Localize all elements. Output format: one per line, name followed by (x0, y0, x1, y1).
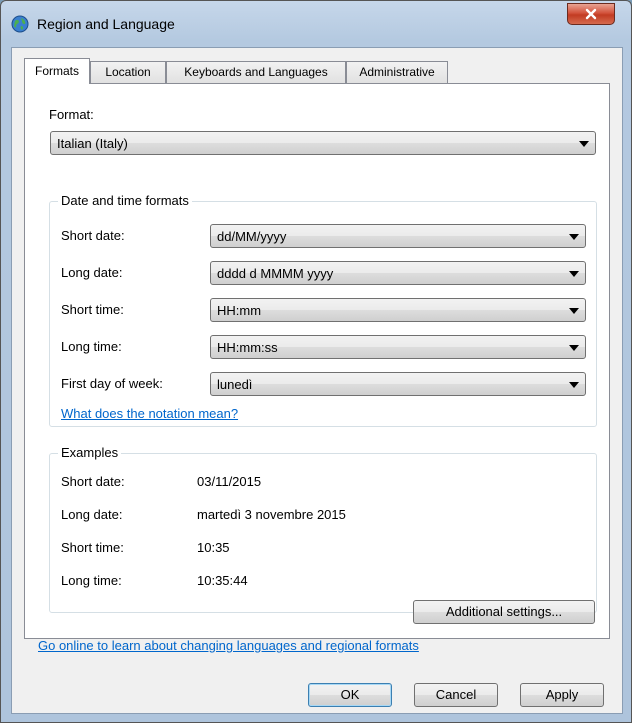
group-title: Date and time formats (58, 193, 192, 208)
chevron-down-icon (569, 271, 579, 277)
tab-administrative[interactable]: Administrative (346, 61, 448, 83)
example-short-date-label: Short date: (61, 474, 125, 489)
close-button[interactable] (567, 3, 615, 25)
short-date-label: Short date: (61, 228, 125, 243)
short-time-value: HH:mm (217, 303, 262, 318)
chevron-down-icon (569, 234, 579, 240)
close-icon (585, 8, 597, 20)
chevron-down-icon (579, 141, 589, 147)
long-date-label: Long date: (61, 265, 123, 280)
ok-button[interactable]: OK (308, 683, 392, 707)
additional-settings-button[interactable]: Additional settings... (413, 600, 595, 624)
short-time-label: Short time: (61, 302, 124, 317)
first-day-of-week-value: lunedì (217, 377, 253, 392)
format-select-value: Italian (Italy) (57, 136, 128, 151)
format-select[interactable]: Italian (Italy) (50, 131, 596, 155)
example-short-time-value: 10:35 (197, 540, 230, 555)
short-time-select[interactable]: HH:mm (210, 298, 586, 322)
long-date-value: dddd d MMMM yyyy (217, 266, 334, 281)
notation-help-link[interactable]: What does the notation mean? (61, 406, 238, 421)
long-time-value: HH:mm:ss (217, 340, 278, 355)
example-long-date-label: Long date: (61, 507, 123, 522)
formats-panel: Format: Italian (Italy) Date and time fo… (24, 83, 610, 639)
tab-keyboards-and-languages[interactable]: Keyboards and Languages (166, 61, 346, 83)
tab-location[interactable]: Location (90, 61, 166, 83)
title-bar[interactable]: Region and Language (1, 1, 631, 47)
tab-formats[interactable]: Formats (24, 58, 90, 84)
window-title: Region and Language (37, 16, 175, 32)
long-date-select[interactable]: dddd d MMMM yyyy (210, 261, 586, 285)
chevron-down-icon (569, 345, 579, 351)
short-date-value: dd/MM/yyyy (217, 229, 287, 244)
globe-icon (11, 15, 29, 33)
apply-button[interactable]: Apply (520, 683, 604, 707)
long-time-select[interactable]: HH:mm:ss (210, 335, 586, 359)
long-time-label: Long time: (61, 339, 122, 354)
short-date-select[interactable]: dd/MM/yyyy (210, 224, 586, 248)
examples-group: Examples Short date: 03/11/2015 Long dat… (49, 445, 597, 613)
first-day-of-week-select[interactable]: lunedì (210, 372, 586, 396)
chevron-down-icon (569, 382, 579, 388)
date-time-formats-group: Date and time formats Short date: dd/MM/… (49, 193, 597, 427)
online-help-link[interactable]: Go online to learn about changing langua… (38, 638, 419, 653)
first-day-of-week-label: First day of week: (61, 376, 163, 391)
example-long-time-value: 10:35:44 (197, 573, 248, 588)
example-long-date-value: martedì 3 novembre 2015 (197, 507, 346, 522)
group-title: Examples (58, 445, 122, 460)
example-short-time-label: Short time: (61, 540, 124, 555)
chevron-down-icon (569, 308, 579, 314)
dialog-client: Formats Location Keyboards and Languages… (11, 47, 623, 714)
example-long-time-label: Long time: (61, 573, 122, 588)
example-short-date-value: 03/11/2015 (197, 474, 262, 489)
cancel-button[interactable]: Cancel (414, 683, 498, 707)
region-language-window: Region and Language Formats Location Key… (0, 0, 632, 723)
format-label: Format: (49, 107, 94, 122)
